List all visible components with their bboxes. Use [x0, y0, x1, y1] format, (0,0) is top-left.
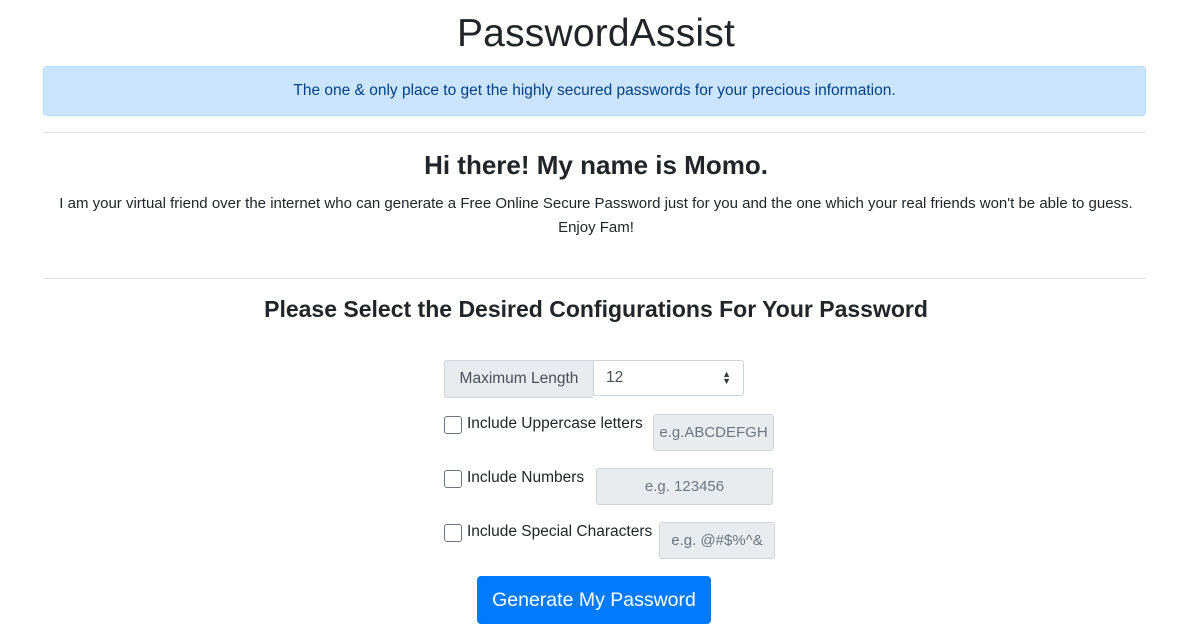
special-characters-example-field: e.g. @#$%^& [659, 522, 775, 559]
generate-password-label: Generate My Password [492, 588, 696, 611]
app-title: PasswordAssist [456, 12, 736, 55]
numbers-label: Include Numbers [467, 469, 585, 486]
intro-heading: Hi there! My name is Momo. [424, 150, 768, 180]
uppercase-example: e.g.ABCDEFGH [659, 424, 768, 441]
info-banner-text: The one & only place to get the highly s… [293, 82, 896, 99]
divider [43, 278, 1146, 279]
select-arrows-icon: ▲ ▼ [722, 369, 731, 386]
divider [43, 132, 1146, 133]
option-uppercase: Include Uppercase letters [444, 415, 643, 434]
option-numbers: Include Numbers [444, 469, 584, 488]
max-length-select[interactable]: 12 ▲ ▼ [593, 360, 744, 396]
numbers-checkbox[interactable] [444, 470, 462, 488]
intro-signoff: Enjoy Fam! [558, 219, 634, 236]
numbers-example-field: e.g. 123456 [596, 468, 773, 505]
uppercase-label: Include Uppercase letters [467, 415, 643, 432]
special-characters-label: Include Special Characters [467, 523, 653, 540]
info-banner: The one & only place to get the highly s… [43, 66, 1146, 116]
numbers-example: e.g. 123456 [644, 478, 725, 495]
intro-text: I am your virtual friend over the intern… [48, 192, 1144, 240]
special-characters-example: e.g. @#$%^& [671, 532, 763, 549]
config-heading: Please Select the Desired Configurations… [264, 296, 928, 322]
uppercase-example-field: e.g.ABCDEFGH [653, 414, 774, 451]
max-length-group: Maximum Length 12 ▲ ▼ [444, 360, 744, 398]
max-length-value: 12 [606, 369, 624, 386]
page: PasswordAssist The one & only place to g… [0, 0, 1192, 642]
generate-password-button[interactable]: Generate My Password [477, 576, 711, 624]
special-characters-checkbox[interactable] [444, 524, 462, 542]
option-special-characters: Include Special Characters [444, 523, 652, 542]
intro-paragraph: I am your virtual friend over the intern… [59, 195, 1133, 212]
max-length-label: Maximum Length [444, 360, 593, 398]
uppercase-checkbox[interactable] [444, 416, 462, 434]
